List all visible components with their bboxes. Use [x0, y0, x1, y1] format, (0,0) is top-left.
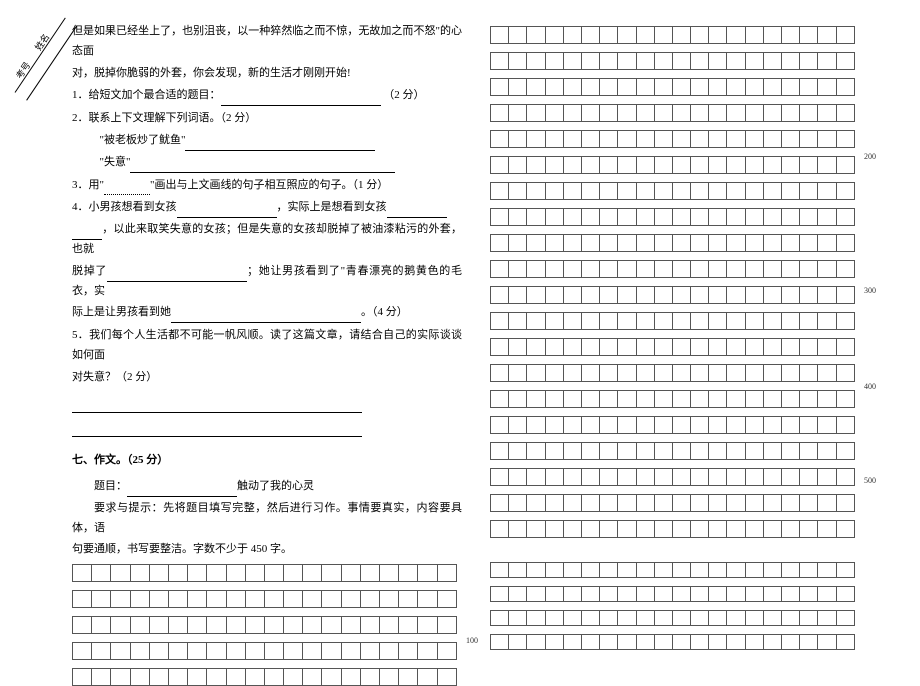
q3-dotted — [104, 183, 150, 195]
q3-label-b: "画出与上文画线的句子相互照应的句子。（1 分） — [150, 179, 388, 191]
topic-blank[interactable] — [127, 484, 237, 497]
q2-blank1[interactable] — [185, 138, 375, 151]
passage-line-2: 对，脱掉你脆弱的外套，你会发现，新的生活才刚刚开始! — [72, 64, 462, 84]
q4-blank2[interactable] — [387, 205, 447, 218]
question-4-line2: ，以此来取笑失意的女孩；但是失意的女孩却脱掉了被油漆粘污的外套，也就 — [72, 220, 462, 260]
q2-term1: "被老板炒了鱿鱼" — [100, 134, 186, 146]
question-4-line4: 际上是让男孩看到她 。（4 分） — [72, 303, 462, 323]
q4-blank1[interactable] — [177, 205, 277, 218]
count-500: 500 — [864, 474, 876, 488]
question-5-line2: 对失意？（2 分） — [72, 368, 462, 388]
q4-blank3[interactable] — [72, 227, 102, 240]
question-1: 1．给短文加个最合适的题目： （2 分） — [72, 86, 462, 106]
question-4-line3: 脱掉了；她让男孩看到了"青春漂亮的鹅黄色的毛衣，实 — [72, 262, 462, 302]
essay-req-1: 要求与提示：先将题目填写完整，然后进行习作。事情要真实，内容要具体，语 — [72, 499, 462, 539]
q1-blank[interactable] — [221, 93, 381, 106]
q2-blank2[interactable] — [130, 160, 395, 173]
q4-l1a: 4．小男孩想看到女孩 — [72, 201, 177, 213]
count-200: 200 — [864, 150, 876, 164]
count-400: 400 — [864, 380, 876, 394]
count-300: 300 — [864, 284, 876, 298]
q2-item1: "被老板炒了鱿鱼" — [72, 131, 462, 151]
q2-item2: "失意" — [72, 153, 462, 173]
section-7-title: 七、作文。（25 分） — [72, 451, 462, 471]
q4-l1b: ，实际上是想看到女孩 — [277, 201, 387, 213]
left-column: 但是如果已经坐上了，也别沮丧，以一种猝然临之而不惊，无故加之而不怒"的心态面 对… — [72, 22, 462, 686]
question-2: 2．联系上下文理解下列词语。（2 分） — [72, 109, 462, 129]
question-5-line1: 5．我们每个人生活都不可能一帆风顺。读了这篇文章，请结合自己的实际谈谈如何面 — [72, 326, 462, 366]
q5-blank2[interactable] — [72, 424, 362, 437]
q4-l3a: 脱掉了 — [72, 265, 107, 277]
q4-l2a: ，以此来取笑失意的女孩；但是失意的女孩却脱掉了被油漆粘污的外套，也就 — [72, 223, 462, 255]
q2-term2: "失意" — [100, 156, 131, 168]
essay-topic: 题目： 触动了我的心灵 — [72, 477, 462, 497]
topic-suffix: 触动了我的心灵 — [237, 480, 314, 492]
q1-points: （2 分） — [383, 89, 424, 101]
writing-grid-left[interactable] — [72, 564, 457, 686]
passage-line-1: 但是如果已经坐上了，也别沮丧，以一种猝然临之而不惊，无故加之而不怒"的心态面 — [72, 22, 462, 62]
right-column: 200 300 400 500 — [490, 22, 860, 686]
q3-label-a: 3．用" — [72, 179, 104, 191]
writing-grid-right-bottom[interactable] — [490, 562, 855, 650]
writing-grid-right-top[interactable] — [490, 26, 855, 538]
topic-prefix: 题目： — [94, 480, 127, 492]
q4-l4a: 际上是让男孩看到她 — [72, 306, 171, 318]
q4-l4b: 。（4 分） — [361, 306, 408, 318]
count-100: 100 — [466, 634, 478, 648]
q5-blank1[interactable] — [72, 400, 362, 413]
q4-blank5[interactable] — [171, 310, 361, 323]
q1-label: 1．给短文加个最合适的题目： — [72, 89, 221, 101]
essay-req-2: 句要通顺，书写要整洁。字数不少于 450 字。 — [72, 540, 462, 560]
question-3: 3．用" "画出与上文画线的句子相互照应的句子。（1 分） — [72, 176, 462, 196]
question-4-line1: 4．小男孩想看到女孩 ，实际上是想看到女孩 — [72, 198, 462, 218]
worksheet-page: 但是如果已经坐上了，也别沮丧，以一种猝然临之而不惊，无故加之而不怒"的心态面 对… — [0, 0, 920, 686]
q4-blank4[interactable] — [107, 269, 247, 282]
